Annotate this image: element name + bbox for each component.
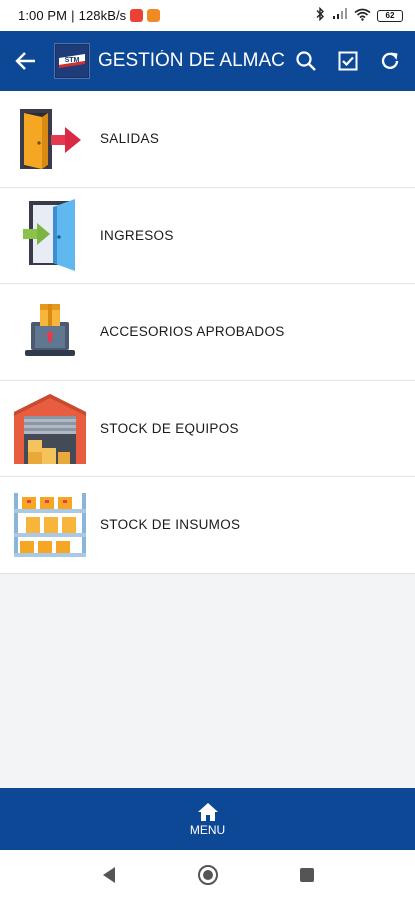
menu-item-accesorios-aprobados[interactable]: ACCESORIOS APROBADOS: [0, 284, 415, 381]
menu-item-label: ACCESORIOS APROBADOS: [100, 324, 285, 340]
menu-tab-label: MENU: [189, 822, 226, 837]
gmail-notification-icon: [130, 9, 144, 22]
warehouse-icon: [0, 380, 100, 476]
menu-item-label: SALIDAS: [100, 131, 160, 147]
system-nav-bar: [0, 850, 415, 900]
app-logo: STM: [54, 43, 90, 79]
nav-recents-icon: [299, 868, 314, 882]
nav-home-icon: [197, 865, 218, 885]
status-separator: |: [71, 8, 75, 23]
checkbox-icon: [338, 51, 358, 71]
search-icon: [296, 51, 316, 71]
shelves-icon: [0, 477, 100, 573]
battery-icon: 62: [377, 9, 403, 22]
bottom-nav: MENU: [0, 788, 415, 850]
wifi-icon: [354, 8, 371, 24]
laptop-box-icon: [0, 284, 100, 380]
nav-back-icon: [102, 867, 115, 883]
menu-item-label: STOCK DE EQUIPOS: [100, 420, 239, 436]
refresh-icon: [381, 52, 399, 69]
app-title: GESTIÓN DE ALMACE: [98, 50, 284, 71]
logo-text: STM: [65, 57, 80, 64]
menu-item-label: STOCK DE INSUMOS: [100, 517, 241, 533]
select-button[interactable]: [327, 31, 369, 91]
menu-item-label: INGRESOS: [100, 227, 174, 243]
menu-item-salidas[interactable]: SALIDAS: [0, 91, 415, 188]
search-button[interactable]: [285, 31, 327, 91]
menu-item-ingresos[interactable]: INGRESOS: [0, 187, 415, 284]
back-button[interactable]: [0, 31, 52, 91]
app-notification-icon: [147, 9, 161, 22]
exit-door-icon: [0, 91, 100, 187]
app-actions: [285, 31, 411, 91]
status-left: 1:00 PM | 128kB/s: [18, 8, 161, 23]
nav-home-button[interactable]: [196, 863, 220, 887]
bluetooth-icon: [315, 6, 326, 24]
back-arrow-icon: [15, 52, 35, 70]
entry-door-icon: [0, 187, 100, 283]
menu-list: SALIDAS INGRESOS ACCESORIOS APROBADOS ST…: [0, 91, 415, 574]
network-speed: 128kB/s: [78, 8, 127, 23]
status-time: 1:00 PM: [18, 8, 68, 23]
menu-tab[interactable]: MENU: [190, 802, 225, 837]
menu-item-stock-de-insumos[interactable]: STOCK DE INSUMOS: [0, 477, 415, 574]
status-right: 62: [315, 6, 403, 24]
nav-back-button[interactable]: [97, 863, 121, 887]
home-icon: [197, 802, 218, 821]
nav-recents-button[interactable]: [295, 863, 319, 887]
signal-icon: [332, 8, 348, 23]
refresh-button[interactable]: [369, 31, 411, 91]
menu-item-stock-de-equipos[interactable]: STOCK DE EQUIPOS: [0, 380, 415, 477]
app-bar: STM GESTIÓN DE ALMACE: [0, 31, 415, 91]
status-bar: 1:00 PM | 128kB/s 62: [0, 0, 415, 31]
